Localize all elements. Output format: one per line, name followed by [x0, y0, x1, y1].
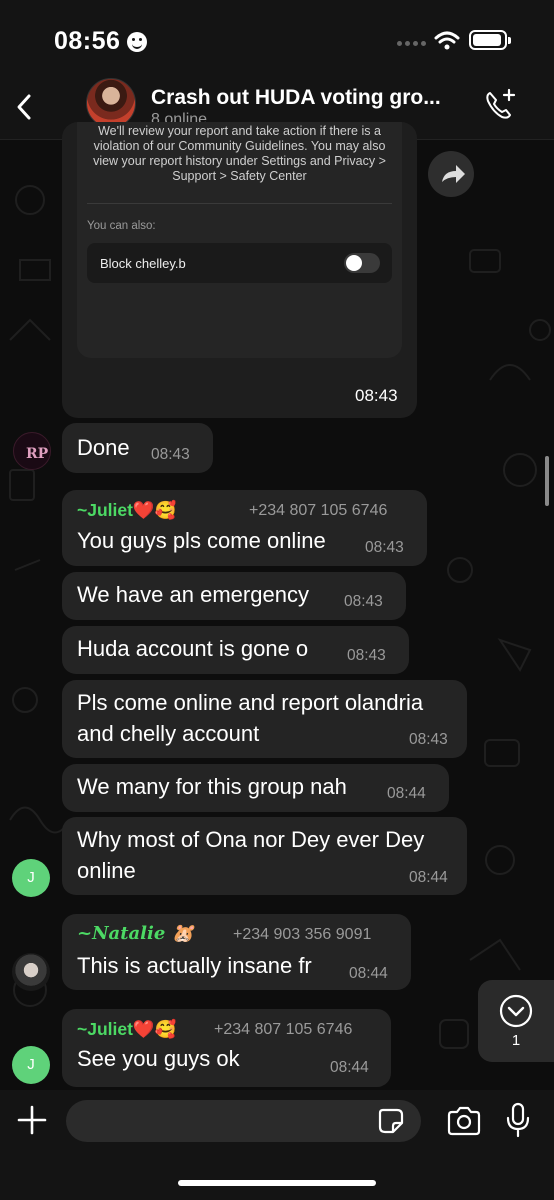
- sender-phone: +234 807 105 6746: [214, 1021, 353, 1038]
- message-time: 08:44: [349, 965, 388, 982]
- battery-icon: [469, 30, 511, 50]
- message-time: 08:43: [365, 539, 404, 556]
- report-message-bubble[interactable]: We'll review your report and take action…: [62, 122, 417, 418]
- message-time: 08:44: [387, 785, 426, 802]
- report-text: We'll review your report and take action…: [93, 124, 386, 183]
- message-text: Huda account is gone o: [77, 636, 309, 661]
- message-time: 08:43: [409, 731, 448, 748]
- message-bubble[interactable]: ~Natalie 🐹 +234 903 356 9091 This is act…: [62, 914, 411, 990]
- share-icon: [442, 165, 465, 183]
- focus-mode-icon: [127, 32, 147, 52]
- message-text: We many for this group nah: [77, 774, 347, 799]
- message-time: 08:43: [347, 647, 386, 664]
- group-avatar[interactable]: [86, 78, 136, 128]
- message-text: See you guys ok: [77, 1046, 240, 1071]
- avatar[interactable]: J: [12, 859, 50, 897]
- group-title[interactable]: Crash out HUDA voting gro...: [151, 86, 461, 110]
- divider: [87, 203, 392, 204]
- avatar[interactable]: [12, 953, 50, 991]
- message-text: We have an emergency: [77, 582, 309, 607]
- message-bubble[interactable]: ~Juliet❤️🥰 +234 807 105 6746 You guys pl…: [62, 490, 427, 566]
- message-bubble[interactable]: Why most of Ona nor Dey ever Dey online …: [62, 817, 467, 895]
- sender-name[interactable]: ~Natalie 🐹: [77, 923, 194, 944]
- also-label: You can also:: [87, 220, 156, 232]
- chevron-down-icon: [499, 994, 533, 1028]
- unread-count: 1: [511, 1032, 521, 1049]
- avatar[interactable]: J: [12, 1046, 50, 1084]
- message-text: You guys pls come online: [77, 528, 326, 553]
- message-text: and chelly account: [77, 721, 260, 746]
- scroll-to-bottom-button[interactable]: 1: [478, 980, 554, 1062]
- share-button[interactable]: [428, 151, 474, 197]
- message-time: 08:43: [344, 593, 383, 610]
- message-text: Why most of Ona nor Dey ever Dey: [77, 827, 425, 852]
- block-row[interactable]: Block chelley.b: [87, 243, 392, 283]
- message-bubble[interactable]: We many for this group nah 08:44: [62, 764, 449, 812]
- signal-icon: [397, 41, 426, 46]
- message-text: Pls come online and report olandria: [77, 690, 424, 715]
- message-text: online: [77, 858, 136, 883]
- block-toggle[interactable]: [344, 253, 380, 273]
- sender-phone: +234 903 356 9091: [233, 926, 372, 943]
- wifi-icon: [434, 31, 460, 50]
- message-bubble[interactable]: We have an emergency 08:43: [62, 572, 406, 620]
- message-time: 08:44: [330, 1059, 369, 1076]
- message-input[interactable]: [66, 1100, 421, 1142]
- mic-icon[interactable]: [505, 1102, 531, 1138]
- svg-text:RP: RP: [26, 446, 49, 462]
- message-time: 08:44: [409, 869, 448, 886]
- avatar-logo-icon: RP: [26, 446, 49, 462]
- report-card: We'll review your report and take action…: [77, 122, 402, 358]
- status-bar: 08:56: [0, 0, 554, 80]
- scrollbar[interactable]: [545, 456, 549, 506]
- back-icon[interactable]: [10, 92, 40, 122]
- home-indicator[interactable]: [178, 1180, 376, 1186]
- sender-name[interactable]: ~Juliet❤️🥰: [77, 1019, 177, 1040]
- message-text: Done: [77, 435, 130, 460]
- message-text: This is actually insane fr: [77, 953, 312, 978]
- sticker-icon[interactable]: [377, 1107, 405, 1135]
- status-time: 08:56: [54, 27, 121, 55]
- message-bubble[interactable]: ~Juliet❤️🥰 +234 807 105 6746 See you guy…: [62, 1009, 391, 1087]
- camera-icon[interactable]: [446, 1106, 482, 1136]
- plus-icon[interactable]: [16, 1104, 48, 1136]
- avatar[interactable]: RP: [13, 432, 51, 470]
- message-bubble[interactable]: Done 08:43: [62, 423, 213, 473]
- sender-phone: +234 807 105 6746: [249, 502, 388, 519]
- message-bubble[interactable]: Pls come online and report olandria and …: [62, 680, 467, 758]
- message-bubble[interactable]: Huda account is gone o 08:43: [62, 626, 409, 674]
- call-add-icon[interactable]: [482, 87, 518, 123]
- message-time: 08:43: [355, 386, 398, 405]
- block-label: Block chelley.b: [100, 256, 186, 271]
- message-time: 08:43: [151, 446, 190, 463]
- sender-name[interactable]: ~Juliet❤️🥰: [77, 500, 177, 521]
